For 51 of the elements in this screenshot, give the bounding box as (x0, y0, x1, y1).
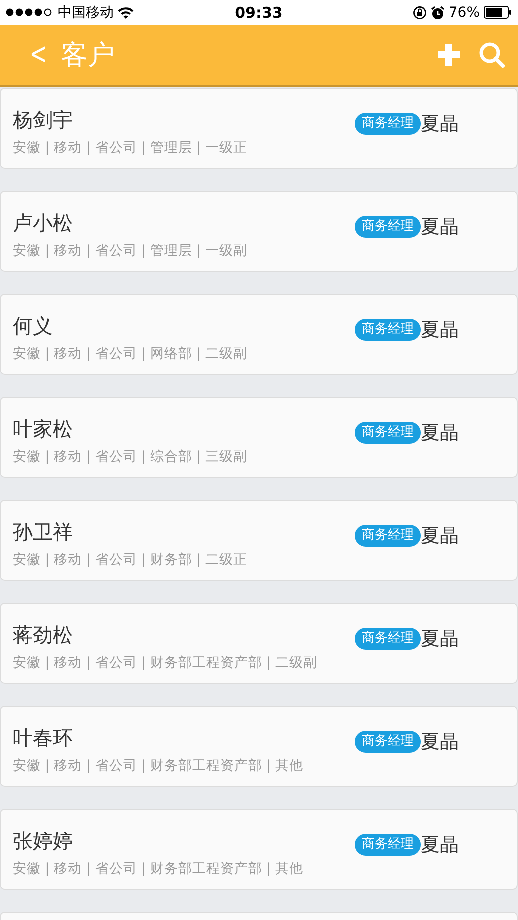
customer-name: 叶春环 (13, 725, 73, 752)
customer-name: 何义 (13, 313, 53, 340)
role-badge: 商务经理 (355, 113, 421, 135)
customer-card[interactable]: 卢小松 安徽 | 移动 | 省公司 | 管理层 | 一级副 商务经理 夏晶 (0, 191, 518, 272)
customer-details: 安徽 | 移动 | 省公司 | 网络部 | 二级副 (13, 345, 249, 363)
customer-details: 安徽 | 移动 | 省公司 | 财务部工程资产部 | 其他 (13, 757, 305, 775)
role-badge: 商务经理 (355, 216, 421, 238)
battery-icon (484, 6, 512, 19)
customer-details: 安徽 | 移动 | 省公司 | 财务部工程资产部 | 其他 (13, 860, 305, 878)
customer-card[interactable]: 蒋劲松 安徽 | 移动 | 省公司 | 财务部工程资产部 | 二级副 商务经理 夏晶 (0, 603, 518, 684)
customer-card[interactable]: 何义 安徽 | 移动 | 省公司 | 网络部 | 二级副 商务经理 夏晶 (0, 294, 518, 375)
customer-card[interactable]: 张婷婷 安徽 | 移动 | 省公司 | 财务部工程资产部 | 其他 商务经理 夏晶 (0, 809, 518, 890)
role-badge: 商务经理 (355, 628, 421, 650)
role-badge: 商务经理 (355, 834, 421, 856)
customer-name: 卢小松 (13, 210, 73, 237)
role-badge: 商务经理 (355, 731, 421, 753)
role-badge: 商务经理 (355, 525, 421, 547)
battery-percent: 76% (448, 4, 480, 20)
manager-name: 夏晶 (421, 318, 459, 343)
customer-card[interactable]: 杨剑宇 安徽 | 移动 | 省公司 | 管理层 | 一级正 商务经理 夏晶 (0, 88, 518, 169)
customer-details: 安徽 | 移动 | 省公司 | 综合部 | 三级副 (13, 448, 249, 466)
manager-name: 夏晶 (421, 627, 459, 652)
manager-name: 夏晶 (421, 421, 459, 446)
manager-name: 夏晶 (421, 833, 459, 858)
add-button[interactable] (436, 42, 462, 68)
customer-name: 张婷婷 (13, 828, 73, 855)
manager-name: 夏晶 (421, 730, 459, 755)
alarm-icon (430, 6, 445, 20)
wifi-icon (118, 6, 134, 18)
search-button[interactable] (478, 41, 506, 69)
customer-details: 安徽 | 移动 | 省公司 | 财务部工程资产部 | 二级副 (13, 654, 319, 672)
customer-details: 安徽 | 移动 | 省公司 | 管理层 | 一级正 (13, 139, 249, 157)
customer-details: 安徽 | 移动 | 省公司 | 管理层 | 一级副 (13, 242, 249, 260)
manager-name: 夏晶 (421, 524, 459, 549)
rotation-lock-icon (412, 6, 427, 20)
manager-name: 夏晶 (421, 112, 459, 137)
customer-card[interactable]: 孙卫祥 安徽 | 移动 | 省公司 | 财务部 | 二级正 商务经理 夏晶 (0, 500, 518, 581)
customer-card[interactable]: 叶春环 安徽 | 移动 | 省公司 | 财务部工程资产部 | 其他 商务经理 夏晶 (0, 706, 518, 787)
manager-name: 夏晶 (421, 215, 459, 240)
carrier-name: 中国移动 (58, 4, 114, 22)
role-badge: 商务经理 (355, 319, 421, 341)
customer-name: 蒋劲松 (13, 622, 73, 649)
customer-details: 安徽 | 移动 | 省公司 | 财务部 | 二级正 (13, 551, 249, 569)
clock-time: 09:33 (235, 4, 283, 22)
customer-name: 孙卫祥 (13, 519, 73, 546)
signal-icon (6, 8, 54, 17)
customer-name: 杨剑宇 (13, 107, 73, 134)
role-badge: 商务经理 (355, 422, 421, 444)
customer-card[interactable]: 叶家松 安徽 | 移动 | 省公司 | 综合部 | 三级副 商务经理 夏晶 (0, 397, 518, 478)
page-title: 客户 (61, 39, 116, 73)
customer-name: 叶家松 (13, 416, 73, 443)
